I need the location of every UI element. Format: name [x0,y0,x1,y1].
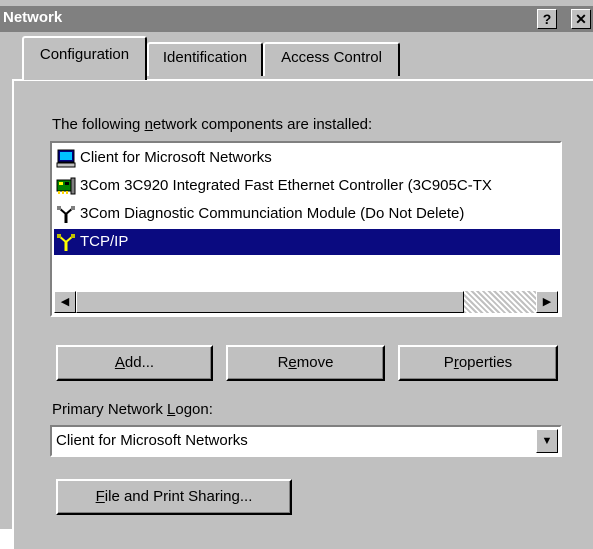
primary-logon-label: Primary Network Logon: [52,401,213,418]
properties-button[interactable]: Properties [398,345,558,381]
tab-label: Access Control [281,49,382,66]
remove-button[interactable]: Remove [226,345,385,381]
client-icon [56,148,76,168]
network-dialog: Network ? ✕ Configuration Identification… [0,0,593,549]
horizontal-scrollbar[interactable]: ◀ ▶ [54,291,558,313]
list-item[interactable]: Client for Microsoft Networks [54,145,560,171]
components-label: The following network components are ins… [52,116,373,133]
scroll-thumb[interactable] [76,291,464,313]
close-button[interactable]: ✕ [571,9,591,29]
protocol-icon [56,232,76,252]
window-title: Network [3,9,63,26]
title-bar: Network ? ✕ [0,6,593,32]
scroll-track[interactable] [464,291,536,313]
network-adapter-icon [56,176,76,196]
tab-label: Configuration [39,46,130,63]
list-item-selected[interactable]: TCP/IP [54,229,560,255]
help-button[interactable]: ? [537,9,557,29]
tab-label: Identification [162,49,248,66]
primary-logon-value: Client for Microsoft Networks [56,432,248,449]
protocol-icon [56,204,76,224]
scroll-right-button[interactable]: ▶ [536,291,558,313]
tab-access-control[interactable]: Access Control [263,42,400,76]
list-item[interactable]: 3Com Diagnostic Communciation Module (Do… [54,201,560,227]
list-item[interactable]: 3Com 3C920 Integrated Fast Ethernet Cont… [54,173,560,199]
tab-configuration[interactable]: Configuration [22,36,147,80]
components-list[interactable]: Client for Microsoft Networks 3Com 3C920… [50,141,562,317]
tab-identification[interactable]: Identification [147,42,263,76]
primary-logon-select[interactable]: Client for Microsoft Networks ▼ [50,425,562,457]
scroll-left-button[interactable]: ◀ [54,291,76,313]
chevron-down-icon[interactable]: ▼ [536,429,558,453]
add-button[interactable]: Add... [56,345,213,381]
file-print-sharing-button[interactable]: File and Print Sharing... [56,479,292,515]
